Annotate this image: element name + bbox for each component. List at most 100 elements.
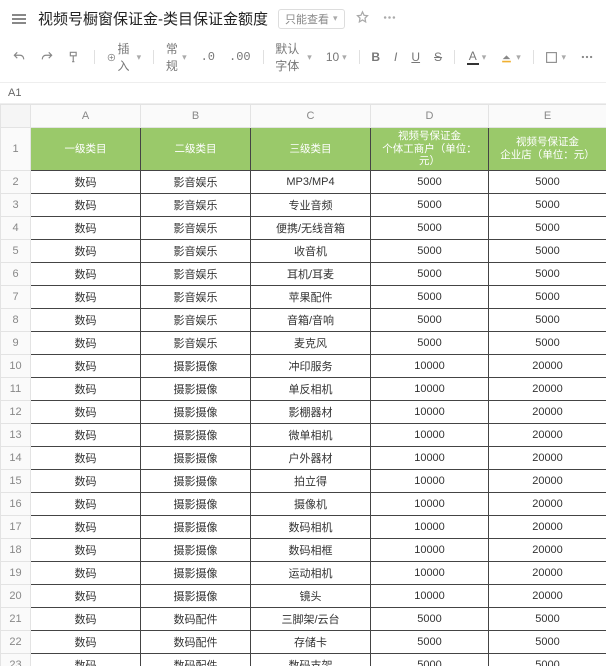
format-painter-button[interactable] [64,48,86,66]
data-cell[interactable]: 数码 [31,446,141,469]
data-cell[interactable]: 镜头 [251,584,371,607]
data-cell[interactable]: 苹果配件 [251,285,371,308]
data-cell[interactable]: 5000 [489,653,606,666]
data-cell[interactable]: 数码 [31,262,141,285]
data-cell[interactable]: 音箱/音响 [251,308,371,331]
row-header[interactable]: 6 [1,262,31,285]
fill-color-button[interactable]: ▾ [496,49,525,66]
row-header[interactable]: 13 [1,423,31,446]
data-cell[interactable]: 三脚架/云台 [251,607,371,630]
data-cell[interactable]: 数码相机 [251,515,371,538]
row-header[interactable]: 11 [1,377,31,400]
borders-button[interactable]: ▾ [541,49,570,66]
header-cell[interactable]: 一级类目 [31,128,141,171]
data-cell[interactable]: 摄影摄像 [141,400,251,423]
data-cell[interactable]: 5000 [489,170,606,193]
data-cell[interactable]: 20000 [489,538,606,561]
data-cell[interactable]: 数码 [31,354,141,377]
menu-icon[interactable] [10,10,28,28]
data-cell[interactable]: 5000 [489,239,606,262]
undo-button[interactable] [8,48,30,66]
row-header[interactable]: 9 [1,331,31,354]
font-family-select[interactable]: 默认字体 ▾ [271,38,316,76]
data-cell[interactable]: 收音机 [251,239,371,262]
redo-button[interactable] [36,48,58,66]
strike-button[interactable]: S [430,48,446,66]
decimal-dec-button[interactable]: .0 [197,48,219,66]
data-cell[interactable]: 数码支架 [251,653,371,666]
data-cell[interactable]: 数码 [31,515,141,538]
row-header[interactable]: 17 [1,515,31,538]
data-cell[interactable]: 5000 [371,630,489,653]
data-cell[interactable]: 耳机/耳麦 [251,262,371,285]
data-cell[interactable]: 存储卡 [251,630,371,653]
data-cell[interactable]: 20000 [489,584,606,607]
row-header[interactable]: 18 [1,538,31,561]
data-cell[interactable]: 20000 [489,561,606,584]
row-header[interactable]: 23 [1,653,31,666]
permission-badge[interactable]: 只能查看 ▾ [278,9,345,29]
decimal-inc-button[interactable]: .00 [225,48,255,66]
data-cell[interactable]: 数码 [31,538,141,561]
underline-button[interactable]: U [407,48,424,66]
column-header[interactable]: C [251,105,371,128]
data-cell[interactable]: 10000 [371,354,489,377]
data-cell[interactable]: 10000 [371,538,489,561]
data-cell[interactable]: 5000 [371,170,489,193]
star-icon[interactable] [355,10,370,28]
data-cell[interactable]: 5000 [489,285,606,308]
more-tools-button[interactable] [576,48,598,66]
data-cell[interactable]: 数码 [31,607,141,630]
spreadsheet-grid[interactable]: A B C D E 1一级类目二级类目三级类目视频号保证金 个体工商户（单位：元… [0,104,606,666]
row-header[interactable]: 4 [1,216,31,239]
insert-button[interactable]: 插入 ▾ [103,38,146,76]
data-cell[interactable]: 摄影摄像 [141,377,251,400]
row-header[interactable]: 15 [1,469,31,492]
data-cell[interactable]: 20000 [489,446,606,469]
data-cell[interactable]: 影音娱乐 [141,170,251,193]
data-cell[interactable]: 5000 [489,630,606,653]
data-cell[interactable]: 10000 [371,469,489,492]
more-icon[interactable] [382,10,397,28]
data-cell[interactable]: 数码相框 [251,538,371,561]
data-cell[interactable]: MP3/MP4 [251,170,371,193]
data-cell[interactable]: 20000 [489,492,606,515]
data-cell[interactable]: 麦克风 [251,331,371,354]
data-cell[interactable]: 5000 [489,331,606,354]
data-cell[interactable]: 影音娱乐 [141,193,251,216]
row-header[interactable]: 22 [1,630,31,653]
data-cell[interactable]: 5000 [371,607,489,630]
row-header[interactable]: 1 [1,128,31,171]
data-cell[interactable]: 数码 [31,423,141,446]
data-cell[interactable]: 摄像机 [251,492,371,515]
data-cell[interactable]: 5000 [371,285,489,308]
data-cell[interactable]: 摄影摄像 [141,354,251,377]
data-cell[interactable]: 20000 [489,515,606,538]
data-cell[interactable]: 5000 [489,216,606,239]
data-cell[interactable]: 5000 [371,193,489,216]
data-cell[interactable]: 10000 [371,423,489,446]
data-cell[interactable]: 影音娱乐 [141,262,251,285]
data-cell[interactable]: 数码配件 [141,653,251,666]
row-header[interactable]: 8 [1,308,31,331]
data-cell[interactable]: 摄影摄像 [141,515,251,538]
data-cell[interactable]: 数码 [31,170,141,193]
header-cell[interactable]: 三级类目 [251,128,371,171]
data-cell[interactable]: 5000 [489,308,606,331]
data-cell[interactable]: 数码 [31,331,141,354]
data-cell[interactable]: 5000 [489,262,606,285]
row-header[interactable]: 12 [1,400,31,423]
data-cell[interactable]: 数码配件 [141,607,251,630]
row-header[interactable]: 5 [1,239,31,262]
data-cell[interactable]: 20000 [489,377,606,400]
data-cell[interactable]: 10000 [371,492,489,515]
data-cell[interactable]: 影音娱乐 [141,308,251,331]
data-cell[interactable]: 5000 [371,653,489,666]
data-cell[interactable]: 5000 [371,308,489,331]
row-header[interactable]: 10 [1,354,31,377]
name-box[interactable]: A1 [8,87,29,99]
data-cell[interactable]: 数码 [31,216,141,239]
font-size-select[interactable]: 10 ▾ [322,48,351,66]
number-format-select[interactable]: 常规 ▾ [162,38,191,76]
data-cell[interactable]: 数码 [31,400,141,423]
